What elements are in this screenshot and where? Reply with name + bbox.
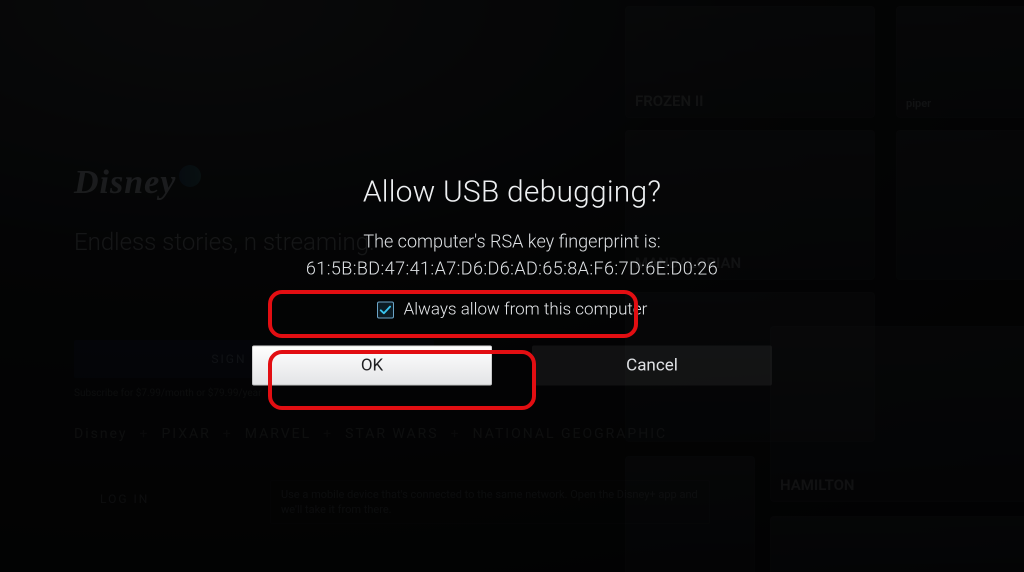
cancel-label: Cancel [626, 356, 678, 376]
dialog-subtitle: The computer's RSA key fingerprint is: [232, 232, 792, 253]
dialog-button-row: OK Cancel [232, 346, 792, 386]
checkbox-label: Always allow from this computer [404, 300, 648, 320]
usb-debugging-dialog: Allow USB debugging? The computer's RSA … [232, 175, 792, 386]
dialog-title: Allow USB debugging? [232, 175, 792, 210]
ok-button[interactable]: OK [252, 346, 492, 386]
always-allow-checkbox[interactable]: Always allow from this computer [232, 300, 792, 320]
checkbox-icon [377, 301, 394, 318]
dialog-fingerprint: 61:5B:BD:47:41:A7:D6:D6:AD:65:8A:F6:7D:6… [232, 259, 792, 280]
checkmark-icon [379, 303, 392, 316]
ok-label: OK [361, 356, 383, 376]
cancel-button[interactable]: Cancel [532, 346, 772, 386]
